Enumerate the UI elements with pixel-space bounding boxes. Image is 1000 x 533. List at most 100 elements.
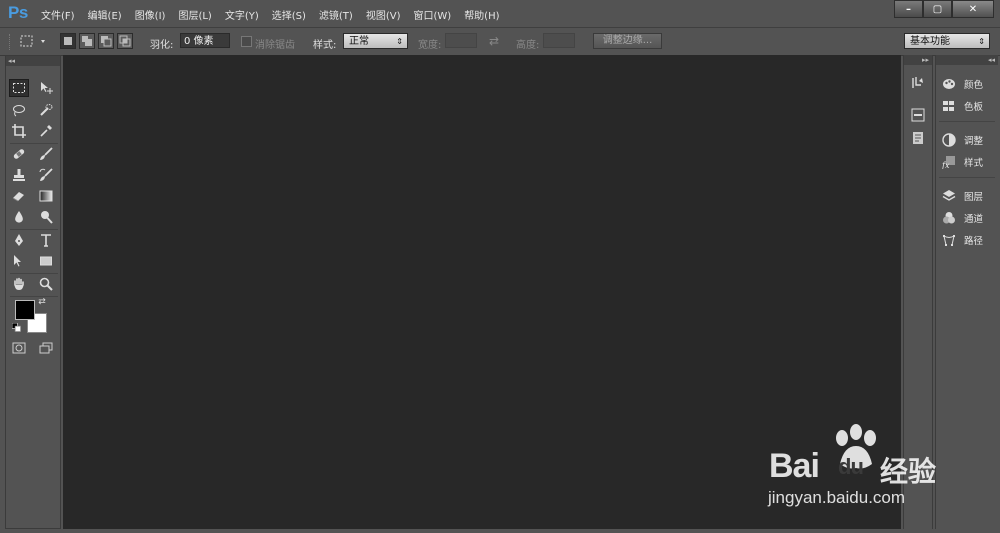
menu-image[interactable]: 图像(I) — [135, 7, 166, 22]
screen-mode-icon — [39, 342, 53, 354]
watermark-cn: 经验 — [880, 455, 937, 488]
feather-input[interactable]: 0 像素 — [180, 33, 230, 48]
toolbox-collapse-icon[interactable]: ◂◂ — [6, 56, 60, 66]
color-panel-label: 颜色 — [964, 80, 984, 91]
eyedropper-tool[interactable] — [36, 122, 56, 140]
droplet-icon — [15, 211, 23, 223]
rectangle-tool[interactable] — [36, 252, 56, 270]
rect-marquee-tool[interactable] — [9, 79, 29, 97]
paths-icon — [943, 235, 955, 246]
swap-colors-icon[interactable]: ⇄ — [36, 296, 48, 308]
menu-type[interactable]: 文字(Y) — [225, 7, 259, 22]
intersect-selection-icon[interactable] — [117, 33, 133, 49]
options-grip[interactable] — [9, 34, 12, 50]
workspace-select[interactable]: 基本功能 ⇕ — [904, 33, 990, 49]
menu-view[interactable]: 视图(V) — [366, 7, 401, 22]
menu-edit[interactable]: 编辑(E) — [88, 7, 122, 22]
gradient-tool[interactable] — [36, 187, 56, 205]
default-colors-icon[interactable] — [10, 321, 22, 333]
zoom-tool[interactable] — [36, 275, 56, 293]
tool-preset-picker[interactable] — [18, 34, 48, 49]
channels-panel-tab[interactable]: 通道 — [942, 209, 983, 227]
zoom-icon — [39, 277, 53, 291]
toolbox-divider — [10, 296, 58, 297]
photoshop-logo: Ps — [8, 3, 28, 22]
lasso-icon — [13, 105, 25, 117]
pen-tool[interactable] — [9, 231, 29, 249]
style-select-value: 正常 — [349, 36, 369, 47]
toolbox-divider — [10, 273, 58, 274]
menu-window[interactable]: 窗口(W) — [413, 7, 451, 22]
height-label: 高度: — [516, 40, 540, 51]
new-selection-icon[interactable] — [60, 33, 76, 49]
history-panel-icon[interactable] — [910, 75, 926, 91]
path-selection-tool[interactable] — [9, 252, 29, 270]
close-button[interactable]: ✕ — [952, 0, 994, 18]
menu-filter[interactable]: 滤镜(T) — [319, 7, 353, 22]
channels-panel-label: 通道 — [964, 214, 984, 225]
minimize-button[interactable]: – — [894, 0, 923, 18]
swatches-panel-tab[interactable]: 色板 — [942, 97, 983, 115]
rect-marquee-icon — [13, 83, 25, 93]
watermark-brand: Bai — [769, 447, 820, 485]
stamp-icon — [13, 169, 25, 181]
panel-divider — [939, 177, 995, 178]
color-panel-tab[interactable]: 颜色 — [942, 75, 983, 93]
width-input[interactable] — [445, 33, 477, 48]
hand-icon — [14, 277, 24, 290]
adjustments-icon — [942, 133, 956, 147]
window-controls: – ▢ ✕ — [894, 0, 994, 18]
workspace-select-value: 基本功能 — [910, 36, 950, 47]
eyedropper-icon — [40, 125, 52, 137]
maximize-button[interactable]: ▢ — [923, 0, 952, 18]
layers-panel-tab[interactable]: 图层 — [942, 187, 983, 205]
adjustments-panel-tab[interactable]: 调整 — [942, 131, 983, 149]
history-brush-tool[interactable] — [36, 166, 56, 184]
menu-file[interactable]: 文件(F) — [41, 7, 75, 22]
panel-collapse-icon[interactable]: ◂◂ — [936, 55, 998, 65]
quick-mask-tool[interactable] — [9, 339, 29, 357]
menu-bar: Ps 文件(F) 编辑(E) 图像(I) 图层(L) 文字(Y) 选择(S) 滤… — [0, 0, 1000, 26]
refine-edge-button[interactable]: 调整边缘... — [593, 33, 662, 49]
subtract-selection-icon[interactable] — [98, 33, 114, 49]
chevron-updown-icon: ⇕ — [396, 37, 403, 46]
lasso-tool[interactable] — [9, 101, 29, 119]
menu-select[interactable]: 选择(S) — [272, 7, 306, 22]
move-icon — [41, 82, 53, 94]
type-tool[interactable] — [36, 231, 56, 249]
eraser-tool[interactable] — [9, 187, 29, 205]
style-select[interactable]: 正常 ⇕ — [343, 33, 408, 49]
quick-selection-tool[interactable] — [36, 101, 56, 119]
eraser-icon — [12, 192, 24, 202]
dodge-tool[interactable] — [36, 208, 56, 226]
chevron-updown-icon: ⇕ — [978, 37, 985, 46]
quick-mask-icon — [12, 342, 26, 354]
clone-stamp-tool[interactable] — [9, 166, 29, 184]
antialias-checkbox[interactable] — [241, 36, 252, 47]
crop-tool[interactable] — [9, 122, 29, 140]
paths-panel-tab[interactable]: 路径 — [942, 231, 983, 249]
swap-icon[interactable]: ⇄ — [489, 34, 499, 48]
add-selection-icon[interactable] — [79, 33, 95, 49]
menu-layer[interactable]: 图层(L) — [178, 7, 211, 22]
hand-tool[interactable] — [9, 275, 29, 293]
feather-label: 羽化: — [150, 40, 174, 51]
adjustments-panel-label: 调整 — [964, 136, 984, 147]
menu-help[interactable]: 帮助(H) — [464, 7, 499, 22]
panel-divider — [939, 121, 995, 122]
styles-panel-tab[interactable]: fx 样式 — [942, 153, 983, 171]
properties-panel-icon[interactable] — [910, 107, 926, 123]
screen-mode-tool[interactable] — [36, 339, 56, 357]
blur-tool[interactable] — [9, 208, 29, 226]
fx-icon: fx — [942, 156, 955, 169]
svg-text:fx: fx — [942, 161, 950, 169]
move-tool[interactable] — [36, 79, 56, 97]
notes-panel-icon[interactable] — [910, 130, 926, 146]
height-input[interactable] — [543, 33, 575, 48]
path-select-icon — [14, 255, 21, 267]
dock-collapse-icon[interactable]: ▸▸ — [904, 55, 932, 65]
brush-tool[interactable] — [36, 145, 56, 163]
layers-panel-label: 图层 — [964, 192, 984, 203]
foreground-color-swatch[interactable] — [15, 300, 35, 320]
healing-brush-tool[interactable] — [9, 145, 29, 163]
